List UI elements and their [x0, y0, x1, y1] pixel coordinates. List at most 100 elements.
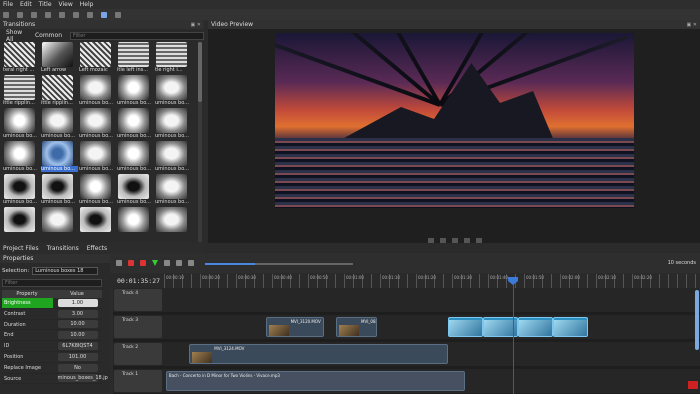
add-marker-icon[interactable] — [152, 260, 158, 266]
property-row[interactable]: Duration 10.00 — [2, 320, 102, 331]
property-row[interactable]: ID 6L7K8IQST4 — [2, 341, 102, 352]
transition-tile[interactable]: tle right i... — [155, 42, 188, 73]
zoom-slider[interactable] — [205, 263, 353, 265]
show-all-tab[interactable]: Show All — [6, 29, 29, 43]
timeline-clip[interactable]: MVI_3124.MOV — [189, 344, 448, 364]
transition-tile[interactable]: uminous bo... — [79, 174, 113, 205]
transition-tile[interactable]: uminous bo... — [117, 75, 151, 106]
property-value[interactable]: No — [57, 363, 98, 372]
playhead-line[interactable] — [513, 279, 514, 394]
track-row[interactable]: Track 1 Bach - Concerto in D Minor for Tw… — [113, 369, 700, 393]
transition-tile[interactable] — [155, 207, 188, 238]
fullscreen-icon[interactable] — [101, 11, 107, 18]
property-row[interactable]: Position 101.00 — [2, 352, 102, 363]
panel-float-icon[interactable]: ▣ ✕ — [190, 21, 201, 30]
transition-tile[interactable]: uminous bo... — [79, 141, 113, 172]
tab-transitions[interactable]: Transitions — [47, 245, 79, 252]
new-project-icon[interactable] — [3, 11, 9, 18]
menu-edit[interactable]: Edit — [20, 1, 32, 8]
transition-tile[interactable]: ittle ripplin... — [3, 75, 36, 106]
property-row[interactable]: Replace Image No — [2, 363, 102, 374]
property-value[interactable]: 101.00 — [57, 352, 98, 361]
track-row[interactable]: Track 4 — [113, 288, 700, 312]
property-row[interactable]: End 10.00 — [2, 330, 102, 342]
play-icon[interactable] — [452, 238, 458, 243]
add-track-icon[interactable] — [116, 260, 122, 266]
property-value[interactable]: minous_boxes_18.jp — [57, 374, 108, 383]
transition-tile[interactable] — [3, 207, 36, 238]
transition-tile[interactable]: uminous bo... — [155, 141, 189, 172]
rewind-icon[interactable] — [440, 238, 446, 243]
timeline-clip[interactable]: MVI_0830.MOV — [336, 317, 378, 337]
transition-tile[interactable]: uminous bo... — [117, 141, 151, 172]
transition-tile[interactable]: uminous bo... — [3, 174, 37, 205]
transition-tile[interactable]: uminous bo... — [155, 174, 189, 205]
timeline-clip[interactable] — [553, 317, 589, 337]
previous-marker-icon[interactable] — [164, 260, 170, 266]
transition-tile[interactable]: uminous bo... — [41, 174, 75, 205]
property-row[interactable]: Contrast 3.00 — [2, 309, 102, 320]
profile-icon[interactable] — [87, 11, 93, 18]
transition-tile[interactable]: teral right ... — [3, 42, 36, 73]
tab-effects[interactable]: Effects — [87, 245, 107, 252]
transition-tile[interactable]: uminous bo... — [79, 75, 113, 106]
transition-tile[interactable] — [79, 207, 112, 238]
timeline-scrollbar[interactable] — [695, 290, 699, 350]
transition-tile[interactable]: uminous bo... — [117, 174, 151, 205]
track-header[interactable]: Track 2 — [114, 343, 162, 365]
transition-tile[interactable]: uminous bo... — [155, 108, 189, 139]
menu-help[interactable]: Help — [80, 1, 94, 8]
timeline-clip[interactable]: Bach - Concerto in D Minor for Two Violi… — [165, 371, 466, 391]
timeline-ruler[interactable]: 00:01:35:27 00:00:10 00:00:20 00:00:30 00:0… — [110, 274, 700, 288]
property-value[interactable]: 3.00 — [57, 309, 98, 318]
track-header[interactable]: Track 3 — [114, 316, 162, 338]
snap-icon[interactable] — [128, 260, 134, 266]
transition-tile[interactable] — [117, 207, 150, 238]
open-project-icon[interactable] — [17, 11, 23, 18]
track-row[interactable]: Track 3 MVI_3120.MOV MVI_0830.MOV — [113, 315, 700, 339]
transition-tile[interactable]: Left arrow — [41, 42, 74, 73]
import-files-icon[interactable] — [73, 11, 79, 18]
transition-tile[interactable]: uminous bo... — [3, 108, 37, 139]
menu-title[interactable]: Title — [39, 1, 52, 8]
property-value[interactable]: 6L7K8IQST4 — [57, 342, 98, 351]
transition-tile[interactable]: uminous bo... — [41, 108, 75, 139]
transition-tile[interactable]: uminous bo... — [117, 108, 151, 139]
transition-tile[interactable]: uminous bo... — [3, 141, 37, 172]
jump-start-icon[interactable] — [428, 238, 434, 243]
selection-dropdown[interactable]: Luminous boxes 18 — [32, 266, 99, 275]
export-video-icon[interactable] — [115, 11, 121, 18]
transition-tile[interactable]: itle left ins... — [117, 42, 150, 73]
property-row[interactable]: Source minous_boxes_18.jp — [2, 374, 108, 385]
property-row[interactable]: Brightness 1.00 — [2, 298, 102, 309]
save-project-icon[interactable] — [31, 11, 37, 18]
property-value[interactable]: 1.00 — [57, 298, 98, 307]
timeline-clip[interactable]: MVI_3120.MOV — [265, 317, 325, 337]
transition-tile[interactable]: ittle ripplin... — [41, 75, 74, 106]
menu-view[interactable]: View — [59, 1, 73, 8]
transition-tile[interactable]: uminous bo... — [41, 141, 78, 172]
transitions-scrollbar[interactable] — [198, 42, 202, 242]
redo-icon[interactable] — [59, 11, 65, 18]
timeline-clip[interactable] — [518, 317, 554, 337]
property-value[interactable]: 10.00 — [57, 331, 98, 340]
menu-file[interactable]: File — [3, 1, 13, 8]
timeline-clip[interactable] — [447, 317, 483, 337]
next-marker-icon[interactable] — [176, 260, 182, 266]
property-value[interactable]: 10.00 — [57, 320, 98, 329]
track-header[interactable]: Track 4 — [114, 289, 162, 311]
fast-forward-icon[interactable] — [464, 238, 470, 243]
transitions-filter-input[interactable]: Filter — [70, 31, 204, 40]
transition-tile[interactable]: uminous bo... — [155, 75, 189, 106]
common-tab[interactable]: Common — [35, 32, 62, 39]
transition-tile[interactable]: uminous bo... — [79, 108, 113, 139]
track-header[interactable]: Track 1 — [114, 370, 162, 392]
undo-icon[interactable] — [45, 11, 51, 18]
tab-project-files[interactable]: Project Files — [3, 245, 39, 252]
transition-tile[interactable]: Left mozaic — [79, 42, 112, 73]
center-playhead-icon[interactable] — [188, 260, 194, 266]
razor-icon[interactable] — [140, 260, 146, 266]
jump-end-icon[interactable] — [476, 238, 482, 243]
track-row[interactable]: Track 2 MVI_3124.MOV — [113, 342, 700, 366]
transition-tile[interactable] — [41, 207, 74, 238]
